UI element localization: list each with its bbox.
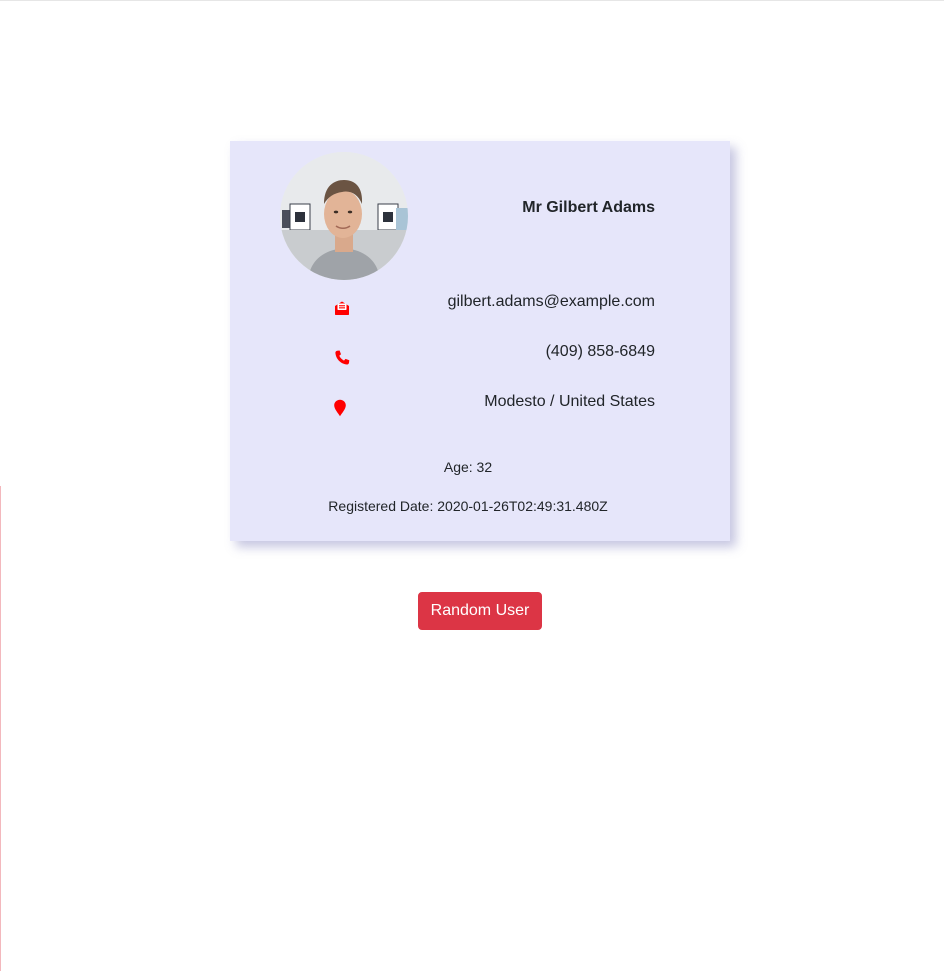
avatar-photo	[280, 152, 408, 280]
user-card: Mr Gilbert Adams gilbert.adams@example.c…	[230, 141, 730, 541]
viewport-edge	[0, 486, 1, 971]
user-location: Modesto / United States	[484, 393, 655, 410]
user-email: gilbert.adams@example.com	[447, 293, 655, 310]
location-row: Modesto / United States	[230, 393, 730, 417]
page: Mr Gilbert Adams gilbert.adams@example.c…	[0, 0, 944, 971]
user-registered-date: Registered Date: 2020-01-26T02:49:31.480…	[328, 498, 608, 514]
random-user-button[interactable]: Random User	[418, 592, 542, 630]
user-phone: (409) 858-6849	[545, 343, 655, 360]
user-age: Age: 32	[443, 459, 493, 475]
email-row: gilbert.adams@example.com	[230, 293, 730, 317]
phone-icon	[333, 349, 351, 367]
map-marker-icon	[333, 399, 351, 417]
envelope-open-icon	[333, 299, 351, 317]
user-full-name: Mr Gilbert Adams	[522, 199, 655, 216]
phone-row: (409) 858-6849	[230, 343, 730, 367]
avatar	[280, 152, 408, 280]
